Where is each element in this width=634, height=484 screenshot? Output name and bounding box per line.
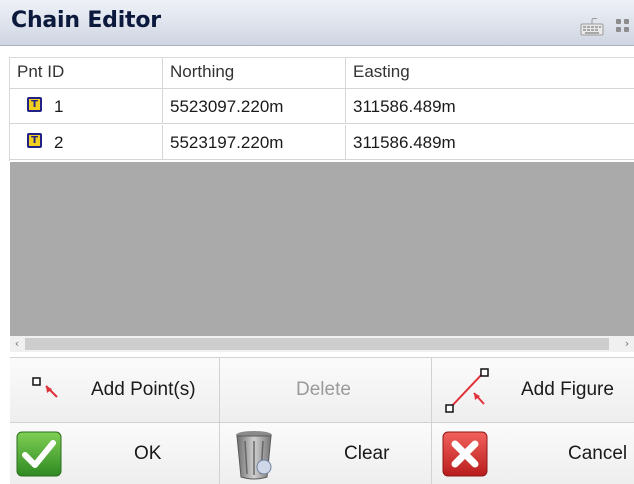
add-points-button[interactable]: Add Point(s) xyxy=(10,358,220,422)
add-point-icon xyxy=(32,377,58,398)
grip-icon[interactable] xyxy=(614,16,634,38)
add-figure-icon xyxy=(445,368,489,413)
northing-cell: 5523097.220m xyxy=(163,89,346,124)
point-id: 1 xyxy=(54,97,64,116)
column-header-northing[interactable]: Northing xyxy=(163,58,346,89)
action-bar: Add Point(s) Delete Add Figure xyxy=(10,358,634,422)
cancel-button[interactable]: Cancel xyxy=(432,423,634,484)
scroll-thumb[interactable] xyxy=(25,338,609,350)
table-row[interactable]: T 1 5523097.220m 311586.489m xyxy=(10,89,634,124)
clear-button[interactable]: Clear xyxy=(220,423,432,484)
cancel-label: Cancel xyxy=(568,442,628,464)
column-header-pnt-id[interactable]: Pnt ID xyxy=(10,58,163,89)
ok-button[interactable]: OK xyxy=(10,423,220,484)
title-bar: Chain Editor xyxy=(0,0,634,46)
northing-cell: 5523197.220m xyxy=(163,125,346,160)
table-row[interactable]: T 2 5523197.220m 311586.489m xyxy=(10,125,634,160)
clear-label: Clear xyxy=(344,442,390,464)
scroll-right-arrow[interactable]: › xyxy=(620,336,634,352)
delete-button[interactable]: Delete xyxy=(220,358,432,422)
window-title: Chain Editor xyxy=(11,8,161,33)
pnt-id-cell: T 2 xyxy=(10,125,163,160)
horizontal-scrollbar[interactable]: ‹ › xyxy=(10,336,634,352)
add-figure-label: Add Figure xyxy=(521,379,614,400)
chain-editor-window: Chain Editor Pnt ID Northing Easting T 1… xyxy=(0,0,634,484)
dialog-buttons: OK Clear Cancel xyxy=(10,423,634,484)
point-type-badge: T xyxy=(27,133,42,148)
easting-cell: 311586.489m xyxy=(353,133,456,152)
point-id: 2 xyxy=(54,133,64,152)
empty-table-area xyxy=(10,162,634,336)
point-type-badge: T xyxy=(27,97,42,112)
add-points-label: Add Point(s) xyxy=(91,379,196,400)
add-figure-button[interactable]: Add Figure xyxy=(432,358,634,422)
keyboard-icon[interactable] xyxy=(580,18,604,36)
close-icon xyxy=(442,431,488,477)
easting-cell: 311586.489m xyxy=(353,97,456,116)
trash-icon xyxy=(236,431,272,480)
column-header-easting[interactable]: Easting xyxy=(346,58,634,89)
ok-label: OK xyxy=(134,442,162,464)
pnt-id-cell: T 1 xyxy=(10,89,163,124)
scroll-left-arrow[interactable]: ‹ xyxy=(10,336,24,352)
checkmark-icon xyxy=(16,431,62,477)
delete-label: Delete xyxy=(296,379,351,400)
